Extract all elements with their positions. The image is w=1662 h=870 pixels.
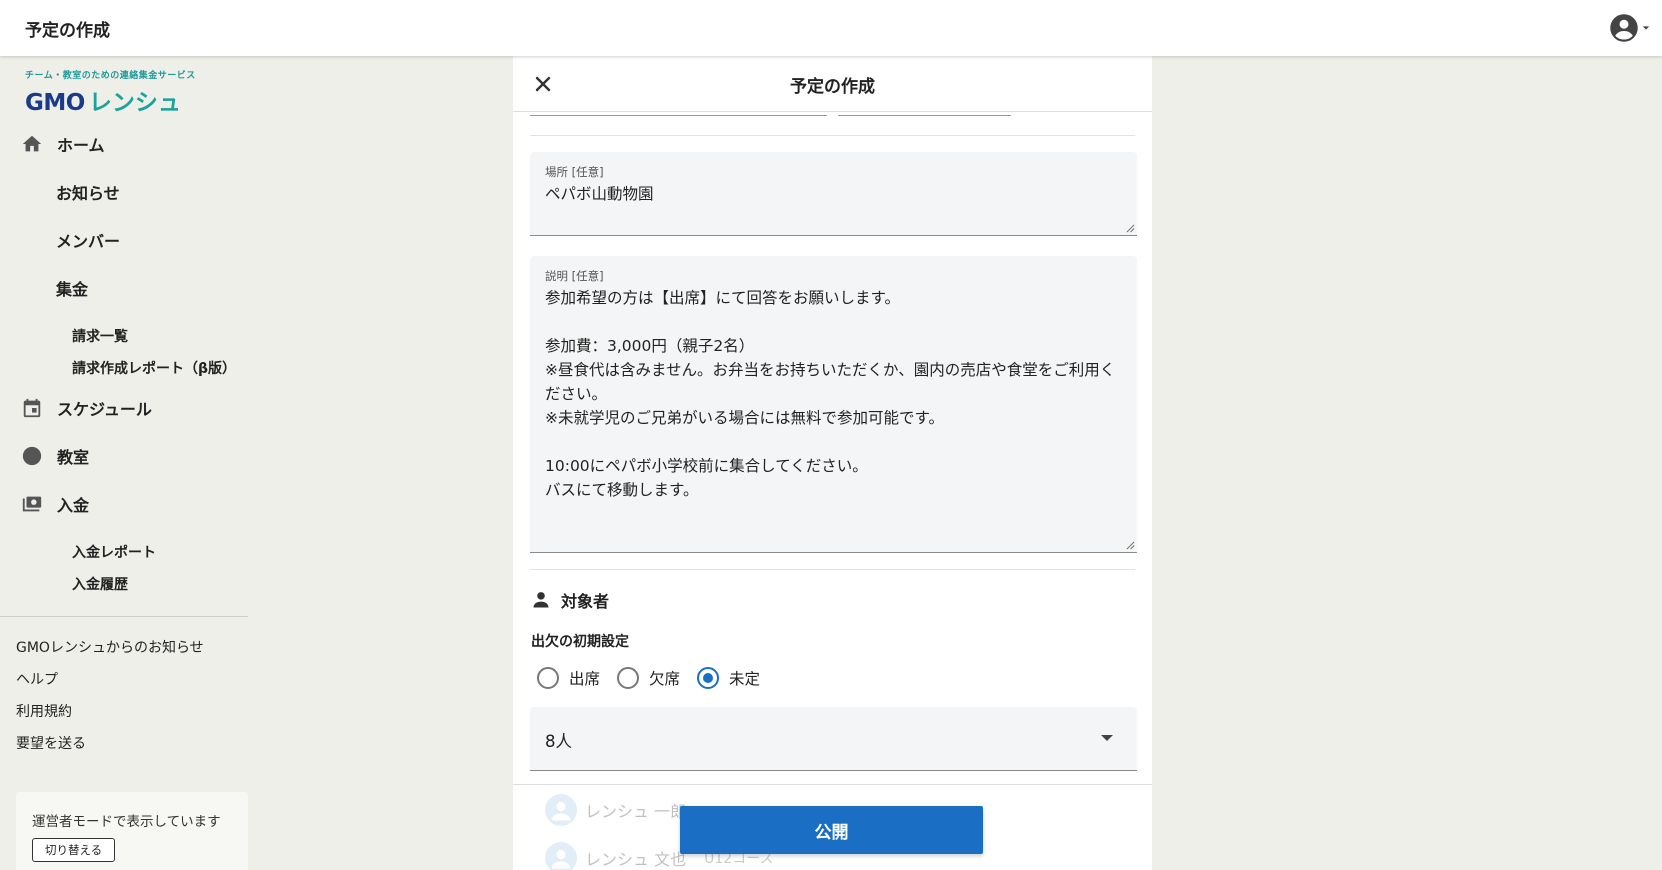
logo[interactable]: チーム・教室のための連絡集金サービス GMO レンシュ — [25, 68, 196, 117]
account-menu[interactable] — [1609, 13, 1650, 43]
date-field-underline — [530, 115, 827, 116]
target-member-count: 8人 — [545, 732, 572, 751]
dropdown-arrow-icon — [1101, 735, 1113, 741]
sidebar-item-deposit[interactable]: 入金 — [20, 492, 89, 516]
resize-handle-icon[interactable] — [1126, 224, 1135, 233]
sidebar-item-invoice-report[interactable]: 請求作成レポート（β版） — [72, 358, 236, 378]
sidebar-item-collect[interactable]: 集金 — [56, 276, 88, 300]
logo-gmo: GMO — [25, 90, 85, 116]
member-name: レンシュ 文也 — [585, 850, 687, 869]
link-help[interactable]: ヘルプ — [16, 669, 58, 689]
radio-label-attend: 出席 — [569, 670, 601, 688]
sidebar-item-notice[interactable]: お知らせ — [56, 180, 120, 204]
sidebar-item-invoice-list[interactable]: 請求一覧 — [72, 326, 128, 346]
top-app-bar: 予定の作成 — [0, 0, 1662, 56]
circle-icon — [20, 444, 44, 468]
sidebar-item-deposit-report[interactable]: 入金レポート — [72, 542, 156, 562]
resize-handle-icon[interactable] — [1126, 541, 1135, 550]
page-title: 予定の作成 — [25, 21, 110, 41]
mode-box: 運営者モードで表示しています 切り替える — [16, 792, 248, 870]
radio-circle — [537, 667, 559, 689]
calendar-icon — [20, 396, 44, 420]
radio-circle — [617, 667, 640, 689]
location-label: 場所 [任意] — [545, 165, 604, 179]
person-icon — [533, 592, 549, 608]
description-label: 説明 [任意] — [545, 269, 604, 283]
radio-absent[interactable]: 欠席 — [617, 667, 680, 689]
member-name: レンシュ 一郎 — [585, 802, 687, 821]
location-field[interactable]: 場所 [任意] ペパボ山動物園 — [530, 152, 1137, 236]
footer-divider — [513, 784, 1152, 785]
target-member-select[interactable]: 8人 — [530, 707, 1137, 771]
sidebar-item-home[interactable]: ホーム — [20, 132, 105, 156]
sidebar: チーム・教室のための連絡集金サービス GMO レンシュ ホーム お知らせ メンバ… — [0, 56, 248, 870]
money-icon — [20, 492, 44, 516]
mode-text: 運営者モードで表示しています — [32, 814, 221, 830]
sidebar-item-deposit-history[interactable]: 入金履歴 — [72, 574, 128, 594]
caret-down-icon — [1642, 26, 1650, 30]
home-icon — [20, 132, 44, 156]
section-divider — [530, 135, 1135, 136]
link-news[interactable]: GMOレンシュからのお知らせ — [16, 637, 204, 657]
section-divider — [530, 569, 1135, 570]
avatar-icon — [545, 794, 577, 826]
target-section-title: 対象者 — [531, 588, 609, 612]
sidebar-item-schedule[interactable]: スケジュール — [20, 396, 152, 420]
location-value: ペパボ山動物園 — [545, 185, 654, 203]
radio-attend[interactable]: 出席 — [537, 667, 600, 689]
switch-mode-button[interactable]: 切り替える — [32, 838, 116, 862]
radio-circle-selected — [697, 667, 720, 689]
create-schedule-dialog: 予定の作成 場所 [任意] ペパボ山動物園 説明 [任意] 参加希望の方は【出席… — [513, 56, 1152, 870]
sidebar-divider — [0, 616, 248, 617]
sidebar-item-classroom[interactable]: 教室 — [20, 444, 89, 468]
description-field[interactable]: 説明 [任意] 参加希望の方は【出席】にて回答をお願いします。 参加費：3,00… — [530, 256, 1137, 553]
avatar-icon — [545, 842, 577, 870]
description-value: 参加希望の方は【出席】にて回答をお願いします。 参加費：3,000円（親子2名）… — [545, 289, 1116, 499]
radio-undecided[interactable]: 未定 — [697, 667, 760, 689]
logo-name: レンシュ — [88, 90, 181, 116]
logo-tagline: チーム・教室のための連絡集金サービス — [25, 71, 196, 81]
time-field-underline — [838, 115, 1011, 116]
radio-label-undecided: 未定 — [729, 670, 761, 688]
attendance-default-title: 出欠の初期設定 — [531, 634, 629, 650]
link-feedback[interactable]: 要望を送る — [16, 733, 86, 753]
dialog-header: 予定の作成 — [513, 56, 1152, 112]
sidebar-label-home: ホーム — [57, 136, 105, 155]
link-terms[interactable]: 利用規約 — [16, 701, 72, 721]
attendance-radio-group: 出席 欠席 未定 — [537, 667, 777, 689]
sidebar-label-classroom: 教室 — [57, 448, 90, 467]
account-circle-icon — [1610, 14, 1638, 42]
target-title-text: 対象者 — [561, 592, 610, 611]
radio-label-absent: 欠席 — [649, 670, 681, 688]
dialog-title: 予定の作成 — [790, 77, 875, 97]
publish-button[interactable]: 公開 — [680, 806, 983, 854]
sidebar-label-deposit: 入金 — [57, 496, 90, 515]
sidebar-item-member[interactable]: メンバー — [56, 228, 120, 252]
sidebar-label-schedule: スケジュール — [57, 400, 152, 419]
